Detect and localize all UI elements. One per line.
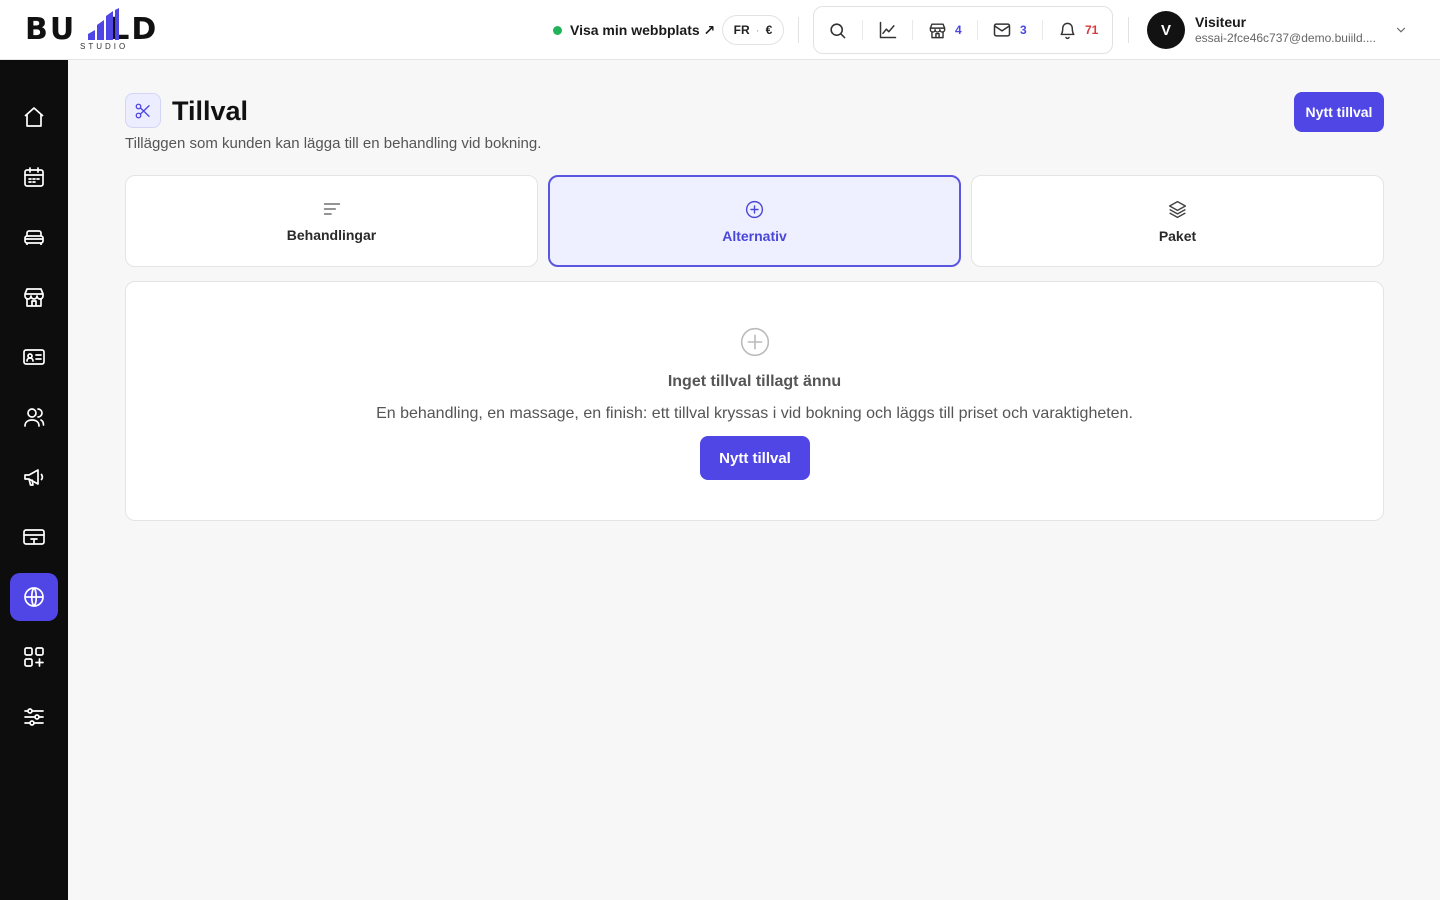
tab-label: Alternativ: [722, 227, 787, 244]
sidebar-item-home[interactable]: [10, 93, 58, 141]
messages-button[interactable]: 3: [992, 7, 1027, 53]
view-website-label: Visa min webbplats ↗: [570, 21, 716, 38]
sidebar-item-store[interactable]: [10, 273, 58, 321]
tab-paket[interactable]: Paket: [971, 175, 1384, 267]
mail-icon: [993, 23, 1011, 37]
list-icon: [323, 203, 340, 215]
logo-bars-icon: [88, 8, 119, 40]
layers-icon: [1168, 200, 1187, 218]
page-icon: [125, 93, 161, 128]
notifications-count: 71: [1085, 23, 1099, 37]
search-icon: [830, 22, 846, 38]
tool-divider: [912, 20, 913, 40]
pill-separator: ·: [755, 23, 760, 37]
tool-divider: [862, 20, 863, 40]
globe-icon: [24, 587, 44, 607]
sidebar-item-contacts[interactable]: [10, 333, 58, 381]
home-icon: [24, 107, 44, 127]
currency-symbol: €: [765, 23, 773, 37]
sliders-icon: [24, 708, 44, 726]
plus-circle-icon: [745, 200, 764, 218]
search-button[interactable]: [828, 7, 847, 53]
page-description: Tilläggen som kunden kan lägga till en b…: [125, 135, 542, 152]
sidebar-item-marketing[interactable]: [10, 453, 58, 501]
bed-icon: [24, 230, 44, 245]
sidebar: [0, 60, 68, 900]
sidebar-item-apps[interactable]: [10, 633, 58, 681]
megaphone-icon: [24, 469, 44, 486]
new-addon-button[interactable]: Nytt tillval: [1294, 92, 1384, 132]
tool-divider: [977, 20, 978, 40]
sidebar-item-clients[interactable]: [10, 393, 58, 441]
header-divider: [798, 17, 799, 43]
tab-label: Paket: [1158, 227, 1197, 244]
avatar: V: [1147, 11, 1185, 49]
bell-icon: [1060, 22, 1075, 39]
store-icon: [929, 22, 946, 38]
sidebar-item-website[interactable]: [10, 573, 58, 621]
tab-behandlingar[interactable]: Behandlingar: [125, 175, 538, 267]
empty-state-card: Inget tillval tillagt ännu En behandling…: [125, 281, 1384, 521]
sidebar-item-calendar[interactable]: [10, 153, 58, 201]
user-name: Visiteur: [1195, 14, 1247, 30]
sidebar-item-payments[interactable]: [10, 513, 58, 561]
chevron-down-icon[interactable]: [1394, 23, 1408, 37]
stores-count: 4: [955, 23, 962, 37]
language-code: FR: [733, 23, 750, 37]
sidebar-item-settings[interactable]: [10, 693, 58, 741]
new-addon-empty-button[interactable]: Nytt tillval: [700, 436, 810, 480]
contact-card-icon: [23, 349, 45, 365]
logo[interactable]: BU LD STUDIO: [25, 8, 185, 52]
user-info: Visiteur essai-2fce46c737@demo.buiild...…: [1195, 14, 1376, 46]
apps-add-icon: [24, 647, 44, 667]
user-email: essai-2fce46c737@demo.buiild....: [1195, 31, 1376, 45]
header-toolbox: 4 3 71: [813, 6, 1113, 54]
tool-divider: [1042, 20, 1043, 40]
view-website-link[interactable]: Visa min webbplats ↗: [553, 19, 715, 41]
analytics-button[interactable]: [878, 7, 898, 53]
top-bar: BU LD STUDIO Visa min webbplats ↗ FR · € …: [0, 0, 1440, 60]
chart-line-icon: [879, 21, 897, 39]
tab-label: Behandlingar: [286, 227, 377, 243]
tab-alternativ[interactable]: Alternativ: [548, 175, 961, 267]
messages-count: 3: [1020, 23, 1027, 37]
store-icon: [24, 288, 44, 307]
stores-button[interactable]: 4: [928, 7, 962, 53]
payment-card-icon: [23, 529, 45, 545]
sidebar-item-treatments[interactable]: [10, 213, 58, 261]
scissors-icon: [135, 103, 150, 118]
user-menu[interactable]: V Visiteur essai-2fce46c737@demo.buiild.…: [1147, 11, 1376, 49]
logo-subtitle: STUDIO: [80, 42, 129, 51]
online-status-dot: [553, 25, 562, 35]
header-divider: [1128, 17, 1129, 43]
calendar-icon: [24, 167, 44, 187]
empty-state-title: Inget tillval tillagt ännu: [667, 373, 842, 390]
plus-circle-icon: [740, 327, 770, 357]
empty-state-text: En behandling, en massage, en finish: et…: [376, 405, 1133, 422]
page-title: Tillval: [172, 96, 249, 126]
language-currency-switch[interactable]: FR · €: [722, 15, 784, 45]
users-icon: [24, 408, 45, 427]
notifications-button[interactable]: 71: [1058, 7, 1098, 53]
